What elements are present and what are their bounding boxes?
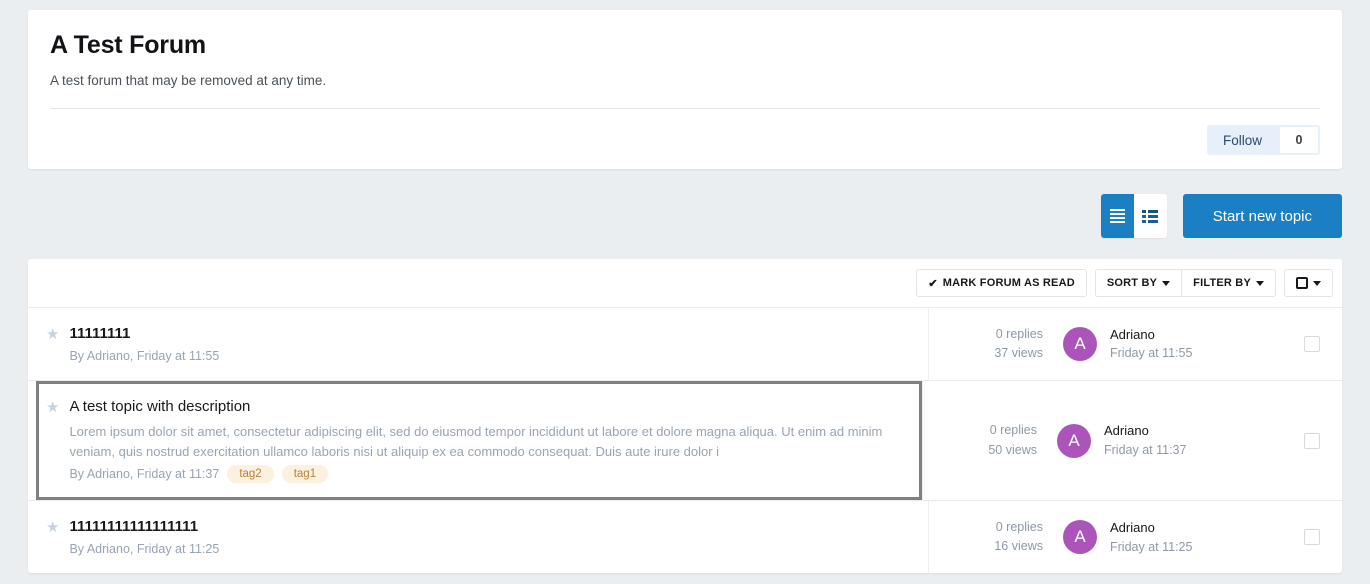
star-icon[interactable]: ★ xyxy=(46,400,59,415)
page-title: A Test Forum xyxy=(50,31,206,59)
forum-description: A test forum that may be removed at any … xyxy=(50,72,327,88)
topic-main[interactable]: ★ A test topic with description Lorem ipsu… xyxy=(36,381,922,501)
forum-header-card: A Test Forum A test forum that may be re… xyxy=(28,10,1342,170)
sort-by-label: SORT BY xyxy=(1106,277,1158,289)
table-row[interactable]: ★ 11111111111111111 By Adriano, Friday at … xyxy=(28,501,1342,574)
last-post-time: Friday at 11:25 xyxy=(1110,539,1193,554)
topic-text: A test topic with description Lorem ipsum… xyxy=(69,398,919,484)
topic-rows: ★ 11111111 By Adriano, Friday at 11:55 0 re… xyxy=(28,308,1342,574)
row-checkbox[interactable] xyxy=(1304,336,1320,352)
row-checkbox[interactable] xyxy=(1304,432,1320,449)
topic-byline: By Adriano, Friday at 11:37 xyxy=(69,467,220,482)
view-count: 16 views xyxy=(994,539,1043,554)
check-icon: ✔ xyxy=(928,277,938,290)
topic-stats: 0 replies 16 views xyxy=(947,518,1043,557)
topic-main[interactable]: ★ 11111111111111111 By Adriano, Friday at … xyxy=(28,501,928,573)
last-post-info: Adriano Friday at 11:25 xyxy=(1110,519,1304,556)
list-view-button[interactable] xyxy=(1100,194,1134,238)
last-post-time: Friday at 11:55 xyxy=(1110,346,1193,361)
table-row[interactable]: ★ 11111111 By Adriano, Friday at 11:55 0 re… xyxy=(28,308,1342,381)
topic-stats: 0 replies 37 views xyxy=(947,325,1043,364)
grid-view-button[interactable] xyxy=(1133,194,1167,238)
follow-button[interactable]: Follow xyxy=(1207,125,1278,155)
header-divider xyxy=(50,108,1320,110)
checkbox-icon xyxy=(1296,277,1308,289)
topic-description: Lorem ipsum dolor sit amet, consectetur … xyxy=(69,424,883,460)
topic-list-topbar: Start new topic xyxy=(28,194,1342,238)
chevron-down-icon xyxy=(1162,280,1171,286)
mark-read-group[interactable]: ✔ MARK FORUM AS READ xyxy=(916,269,1087,297)
avatar[interactable]: A xyxy=(1063,520,1097,555)
forum-page: A Test Forum A test forum that may be re… xyxy=(0,0,1370,584)
topic-list-card: ✔ MARK FORUM AS READ SORT BY FILTER BY ★… xyxy=(28,259,1342,574)
select-all-dropdown-button[interactable] xyxy=(1285,270,1332,296)
avatar[interactable]: A xyxy=(1057,423,1091,458)
topic-byline: By Adriano, Friday at 11:55 xyxy=(69,349,220,363)
sort-by-button[interactable]: SORT BY xyxy=(1095,270,1183,296)
last-post-author[interactable]: Adriano xyxy=(1110,326,1304,345)
forum-header-actions: Follow 0 xyxy=(50,125,1320,156)
topic-side: 0 replies 16 views A Adriano Friday at 11:25 xyxy=(928,501,1342,574)
start-new-topic-button[interactable]: Start new topic xyxy=(1182,194,1342,238)
last-post-info: Adriano Friday at 11:37 xyxy=(1104,422,1304,459)
last-post-info: Adriano Friday at 11:55 xyxy=(1110,326,1304,363)
topic-title-link[interactable]: 11111111 xyxy=(69,325,928,343)
select-all-group[interactable] xyxy=(1284,269,1333,297)
topic-meta: By Adriano, Friday at 11:37 tag2 tag1 xyxy=(69,465,919,484)
topic-text: 11111111111111111 By Adriano, Friday at 1… xyxy=(69,518,928,556)
sort-filter-group[interactable]: SORT BY FILTER BY xyxy=(1094,269,1276,297)
topic-main[interactable]: ★ 11111111 By Adriano, Friday at 11:55 xyxy=(28,308,928,380)
reply-count: 0 replies xyxy=(995,519,1043,534)
topic-side: 0 replies 37 views A Adriano Friday at 11:55 xyxy=(928,308,1342,380)
list-view-icon xyxy=(1109,209,1125,223)
star-icon[interactable]: ★ xyxy=(46,520,59,535)
last-post-time: Friday at 11:37 xyxy=(1104,443,1187,457)
topic-tag[interactable]: tag2 xyxy=(227,465,274,484)
follow-control[interactable]: Follow 0 xyxy=(1206,125,1320,156)
topic-meta: By Adriano, Friday at 11:55 xyxy=(69,349,928,363)
topic-title-link[interactable]: 11111111111111111 xyxy=(69,518,928,536)
filter-by-button[interactable]: FILTER BY xyxy=(1182,270,1275,296)
view-mode-toggle[interactable] xyxy=(1100,194,1167,238)
filter-by-label: FILTER BY xyxy=(1193,277,1251,289)
topic-title-link[interactable]: A test topic with description xyxy=(69,398,919,416)
last-post-author[interactable]: Adriano xyxy=(1110,519,1304,538)
topic-list-toolbar: ✔ MARK FORUM AS READ SORT BY FILTER BY xyxy=(28,259,1342,308)
view-count: 37 views xyxy=(994,346,1043,360)
last-post-author[interactable]: Adriano xyxy=(1104,422,1304,441)
table-row[interactable]: ★ A test topic with description Lorem ipsu… xyxy=(28,381,1342,502)
grid-view-icon xyxy=(1142,209,1159,223)
topic-tag[interactable]: tag1 xyxy=(281,465,329,484)
reply-count: 0 replies xyxy=(989,423,1037,438)
follow-count-badge[interactable]: 0 xyxy=(1280,127,1318,154)
topic-byline: By Adriano, Friday at 11:25 xyxy=(69,542,220,557)
topic-stats: 0 replies 50 views xyxy=(941,421,1037,460)
topic-side: 0 replies 50 views A Adriano Friday at 11:37 xyxy=(922,381,1342,501)
chevron-down-icon xyxy=(1313,280,1321,286)
row-checkbox[interactable] xyxy=(1304,529,1320,546)
topic-text: 11111111 By Adriano, Friday at 11:55 xyxy=(69,325,928,363)
reply-count: 0 replies xyxy=(995,326,1043,341)
avatar[interactable]: A xyxy=(1063,327,1097,361)
topic-meta: By Adriano, Friday at 11:25 xyxy=(69,542,928,556)
mark-forum-as-read-button[interactable]: ✔ MARK FORUM AS READ xyxy=(917,270,1086,296)
chevron-down-icon xyxy=(1256,280,1264,286)
view-count: 50 views xyxy=(988,442,1037,457)
mark-forum-as-read-label: MARK FORUM AS READ xyxy=(942,277,1075,289)
star-icon[interactable]: ★ xyxy=(46,327,59,342)
